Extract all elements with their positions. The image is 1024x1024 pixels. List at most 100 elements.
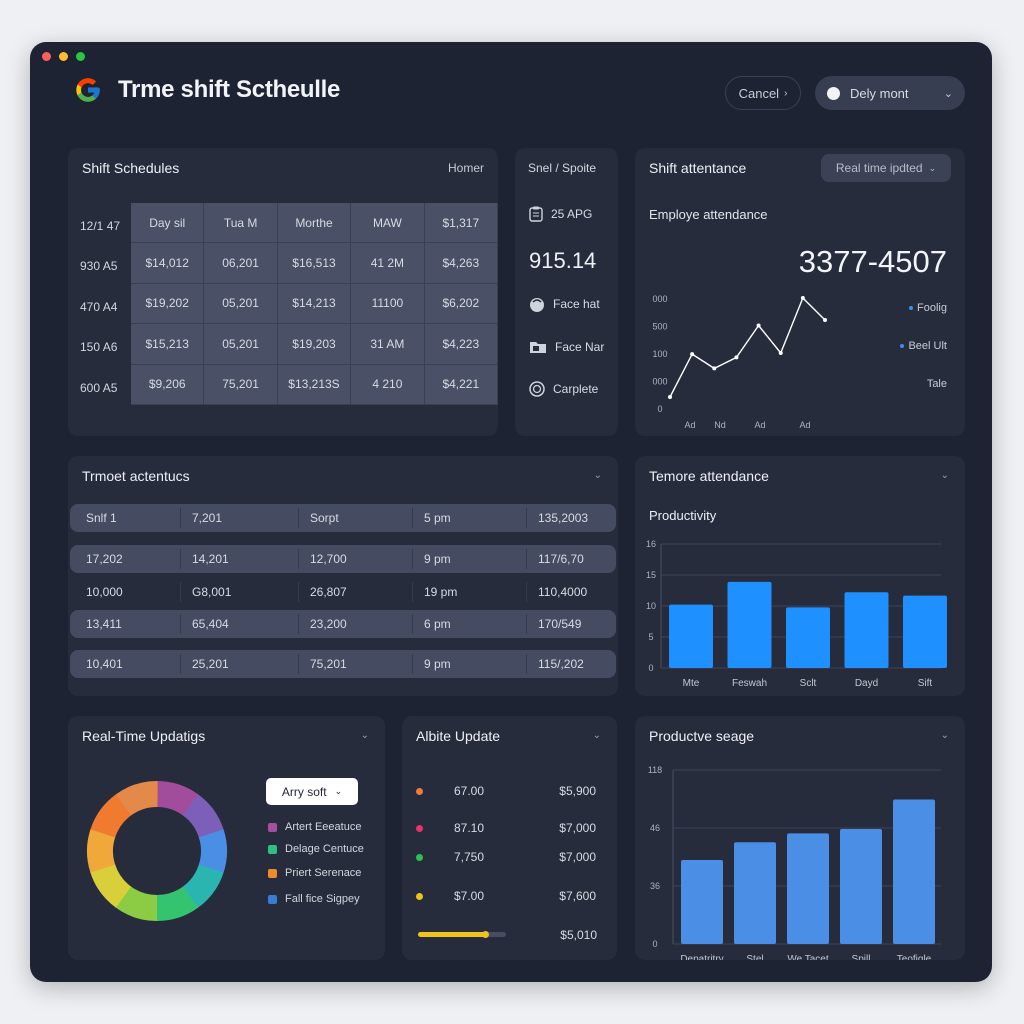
table-cell: 5 pm	[412, 504, 526, 532]
y-tick-label: 0	[657, 404, 662, 414]
bar[interactable]	[669, 604, 713, 668]
bar[interactable]	[840, 828, 882, 944]
x-tick-label: Nd	[714, 420, 726, 428]
grid-cell[interactable]: 4 210	[351, 364, 425, 405]
realtime-updated-select[interactable]: Real time ipdted ⌄	[821, 154, 951, 182]
data-point[interactable]	[712, 366, 717, 371]
bar[interactable]	[787, 833, 829, 944]
chevron-down-icon[interactable]: ⌄	[593, 730, 601, 741]
grid-cell[interactable]: $4,223	[424, 324, 498, 365]
data-point[interactable]	[734, 355, 739, 360]
grid-cell[interactable]: $13,213S	[277, 364, 352, 405]
badge-label: Real time ipdted	[835, 161, 923, 175]
bar[interactable]	[727, 581, 772, 668]
chevron-down-icon[interactable]: ⌄	[594, 470, 602, 481]
table-row[interactable]: Snlf 1 7,201 Sorpt 5 pm 135,2003	[70, 504, 616, 532]
series-line	[669, 296, 826, 398]
grid-cell[interactable]: $1,317	[424, 203, 498, 244]
x-tick-label: Spill	[852, 954, 871, 960]
grid-cell[interactable]: Day sil	[131, 203, 205, 244]
grid-cell[interactable]: $9,206	[131, 364, 205, 405]
table-cell: 10,401	[86, 657, 123, 671]
mode-select[interactable]: Dely mont ⌄	[815, 76, 965, 110]
progress-knob[interactable]	[481, 931, 489, 938]
side-item-label: Face Nar	[555, 339, 605, 354]
grid-cell[interactable]: MAW	[351, 203, 425, 244]
bar[interactable]	[844, 592, 889, 668]
bar[interactable]	[786, 607, 830, 668]
legend-label: Foolig	[917, 302, 947, 314]
usage-bar-chart: 118 46 36 0 Depatritry Stel We Tacet Spill Teofi…	[648, 765, 941, 960]
grid-cell[interactable]: $19,202	[131, 283, 205, 325]
legend-swatch	[268, 822, 277, 832]
shift-attendance-panel: Shift attentance Real time ipdted ⌄ Empl…	[635, 148, 965, 436]
progress-fill	[418, 932, 485, 937]
grid-cell[interactable]: 31 AM	[351, 324, 425, 365]
productivity-bar-chart: 16 15 10 5 0 Mte Feswah Sclt Dayd Sift	[646, 539, 947, 689]
bar[interactable]	[893, 799, 935, 944]
clipboard-icon	[529, 206, 543, 222]
y-tick-label: 16	[646, 539, 656, 549]
chevron-down-icon[interactable]: ⌄	[941, 470, 949, 481]
y-tick-label: 0	[652, 939, 657, 949]
table-cell: 25,201	[180, 650, 298, 678]
grid-cell[interactable]: 11100	[351, 283, 425, 325]
grid-cell[interactable]: $4,263	[424, 243, 498, 284]
grid-cell[interactable]: $19,203	[277, 324, 352, 365]
maximize-window-dot[interactable]	[76, 52, 85, 61]
table-cell: 10,000	[86, 585, 123, 599]
table-row[interactable]: 10,000 G8,001 26,807 19 pm 110,4000	[70, 578, 616, 606]
home-link[interactable]: Homer	[448, 161, 484, 175]
sort-select[interactable]: Arry soft ⌄	[266, 778, 358, 805]
bar[interactable]	[681, 859, 723, 944]
mode-select-label: Dely mont	[850, 85, 909, 101]
chevron-down-icon[interactable]: ⌄	[361, 730, 369, 741]
side-item-label: Carplete	[553, 382, 599, 396]
grid-cell[interactable]: 05,201	[204, 283, 278, 325]
grid-cell[interactable]: 75,201	[204, 364, 278, 405]
bar[interactable]	[734, 842, 776, 944]
minimize-window-dot[interactable]	[59, 52, 68, 61]
grid-cell[interactable]: $14,012	[131, 243, 205, 284]
grid-cell[interactable]: Tua M	[204, 203, 278, 244]
progress-bar[interactable]	[418, 931, 506, 938]
side-item[interactable]: Carplete	[529, 381, 598, 397]
table-cell: 117/6,70	[526, 545, 616, 573]
x-tick-label: Ad	[754, 420, 765, 428]
data-point[interactable]	[823, 318, 827, 322]
grid-cell[interactable]: $14,213	[277, 283, 352, 325]
chart-subtitle: Productivity	[649, 508, 717, 523]
chevron-down-icon[interactable]: ⌄	[941, 730, 949, 741]
grid-cell[interactable]: $6,202	[424, 283, 498, 325]
grid-cell[interactable]: 06,201	[204, 243, 278, 284]
chart-subtitle: Employe attendance	[649, 207, 768, 222]
grid-cell[interactable]: 41 2M	[351, 243, 425, 284]
close-window-dot[interactable]	[42, 52, 51, 61]
shift-schedules-panel: Shift Schedules Homer 12/1 47 930 A5 470…	[68, 148, 498, 436]
grid-cell[interactable]: $15,213	[131, 324, 205, 365]
table-row[interactable]: 17,202 14,201 12,700 9 pm 117/6,70	[70, 545, 616, 573]
productive-usage-panel: Productve seage ⌄ 118 46 36 0 Depatritry Stel…	[635, 716, 965, 960]
data-point[interactable]	[668, 395, 672, 399]
table-cell: 110,4000	[526, 578, 616, 606]
grid-cell[interactable]: Morthe	[277, 203, 352, 244]
side-item[interactable]: Face Nar	[529, 339, 604, 354]
grid-cell[interactable]: $16,513	[277, 243, 352, 284]
side-item[interactable]: Face hat	[529, 296, 600, 312]
grid-cell[interactable]: $4,221	[424, 364, 498, 405]
table-row[interactable]: 10,401 25,201 75,201 9 pm 115/,202	[70, 650, 616, 678]
data-point[interactable]	[756, 323, 761, 328]
data-point[interactable]	[800, 296, 805, 300]
table-cell: 17,202	[86, 552, 123, 566]
update-left: 7,750	[454, 850, 485, 864]
grid-cell[interactable]: 05,201	[204, 324, 278, 365]
table-cell: 9 pm	[412, 545, 526, 573]
bar[interactable]	[903, 595, 947, 668]
data-point[interactable]	[778, 351, 783, 355]
legend-swatch	[268, 844, 277, 854]
cancel-button[interactable]: Cancel ›	[725, 76, 801, 110]
data-point[interactable]	[690, 352, 695, 357]
legend-item: Delage Centuce	[268, 843, 364, 855]
table-row[interactable]: 13,411 65,404 23,200 6 pm 170/549	[70, 610, 616, 638]
status-dot	[416, 787, 423, 795]
